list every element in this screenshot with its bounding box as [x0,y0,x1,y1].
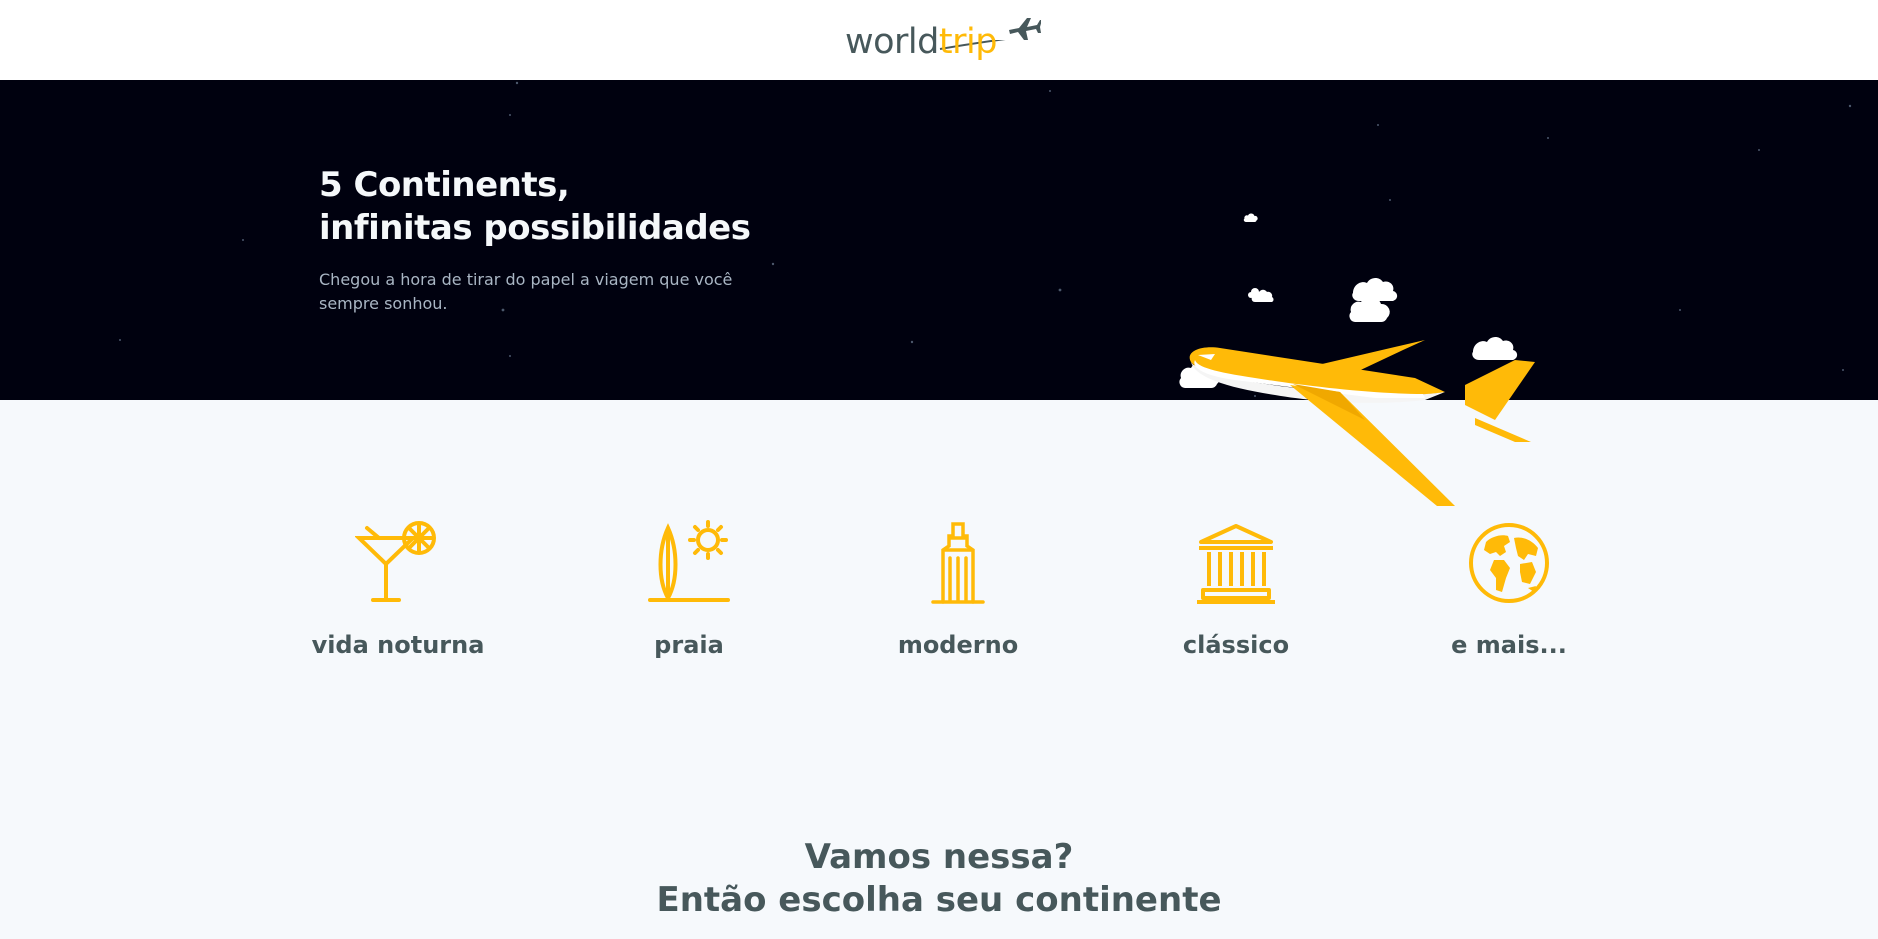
airplane-illustration [1179,213,1535,506]
cta-line-1: Vamos nessa? [804,837,1074,877]
logo-text-trip: trip [938,22,998,62]
continent-cta-heading: Vamos nessa? Então escolha seu continent… [0,836,1878,922]
travel-types: vida noturna praia moderno clássico e ma… [0,520,1878,680]
hero-banner: 5 Continents, infinitas possibilidades C… [0,80,1878,506]
travel-type-item: praia [589,520,789,660]
plane-icon [1009,18,1041,40]
building-icon [931,522,985,604]
earth-globe-icon [1469,523,1549,603]
travel-type-item: vida noturna [298,520,498,660]
travel-type-label: moderno [897,631,1019,659]
travel-type-label: clássico [1182,631,1290,659]
hero-subtitle: Chegou a hora de tirar do papel a viagem… [319,270,733,313]
museum-icon [1197,524,1275,604]
cocktail-icon [355,521,436,602]
hero-title-line-1: 5 Continents, [319,165,570,205]
hero-title-line-2: infinitas possibilidades [319,208,751,248]
logo-text: worldtrip [845,22,997,62]
travel-type-item: clássico [1136,520,1336,660]
travel-type-item: e mais... [1409,520,1609,660]
travel-type-item: moderno [858,520,1058,660]
worldtrip-logo[interactable]: worldtrip [845,14,1041,66]
site-header: worldtrip [0,0,1878,80]
travel-type-label: e mais... [1451,631,1567,659]
starfield-background [119,81,1852,397]
surf-sun-icon [648,520,730,603]
logo-text-world: world [845,22,939,62]
hero-title: 5 Continents, infinitas possibilidades [319,164,751,250]
travel-type-label: vida noturna [311,631,485,659]
cta-line-2: Então escolha seu continente [656,880,1222,920]
travel-type-label: praia [654,631,724,659]
